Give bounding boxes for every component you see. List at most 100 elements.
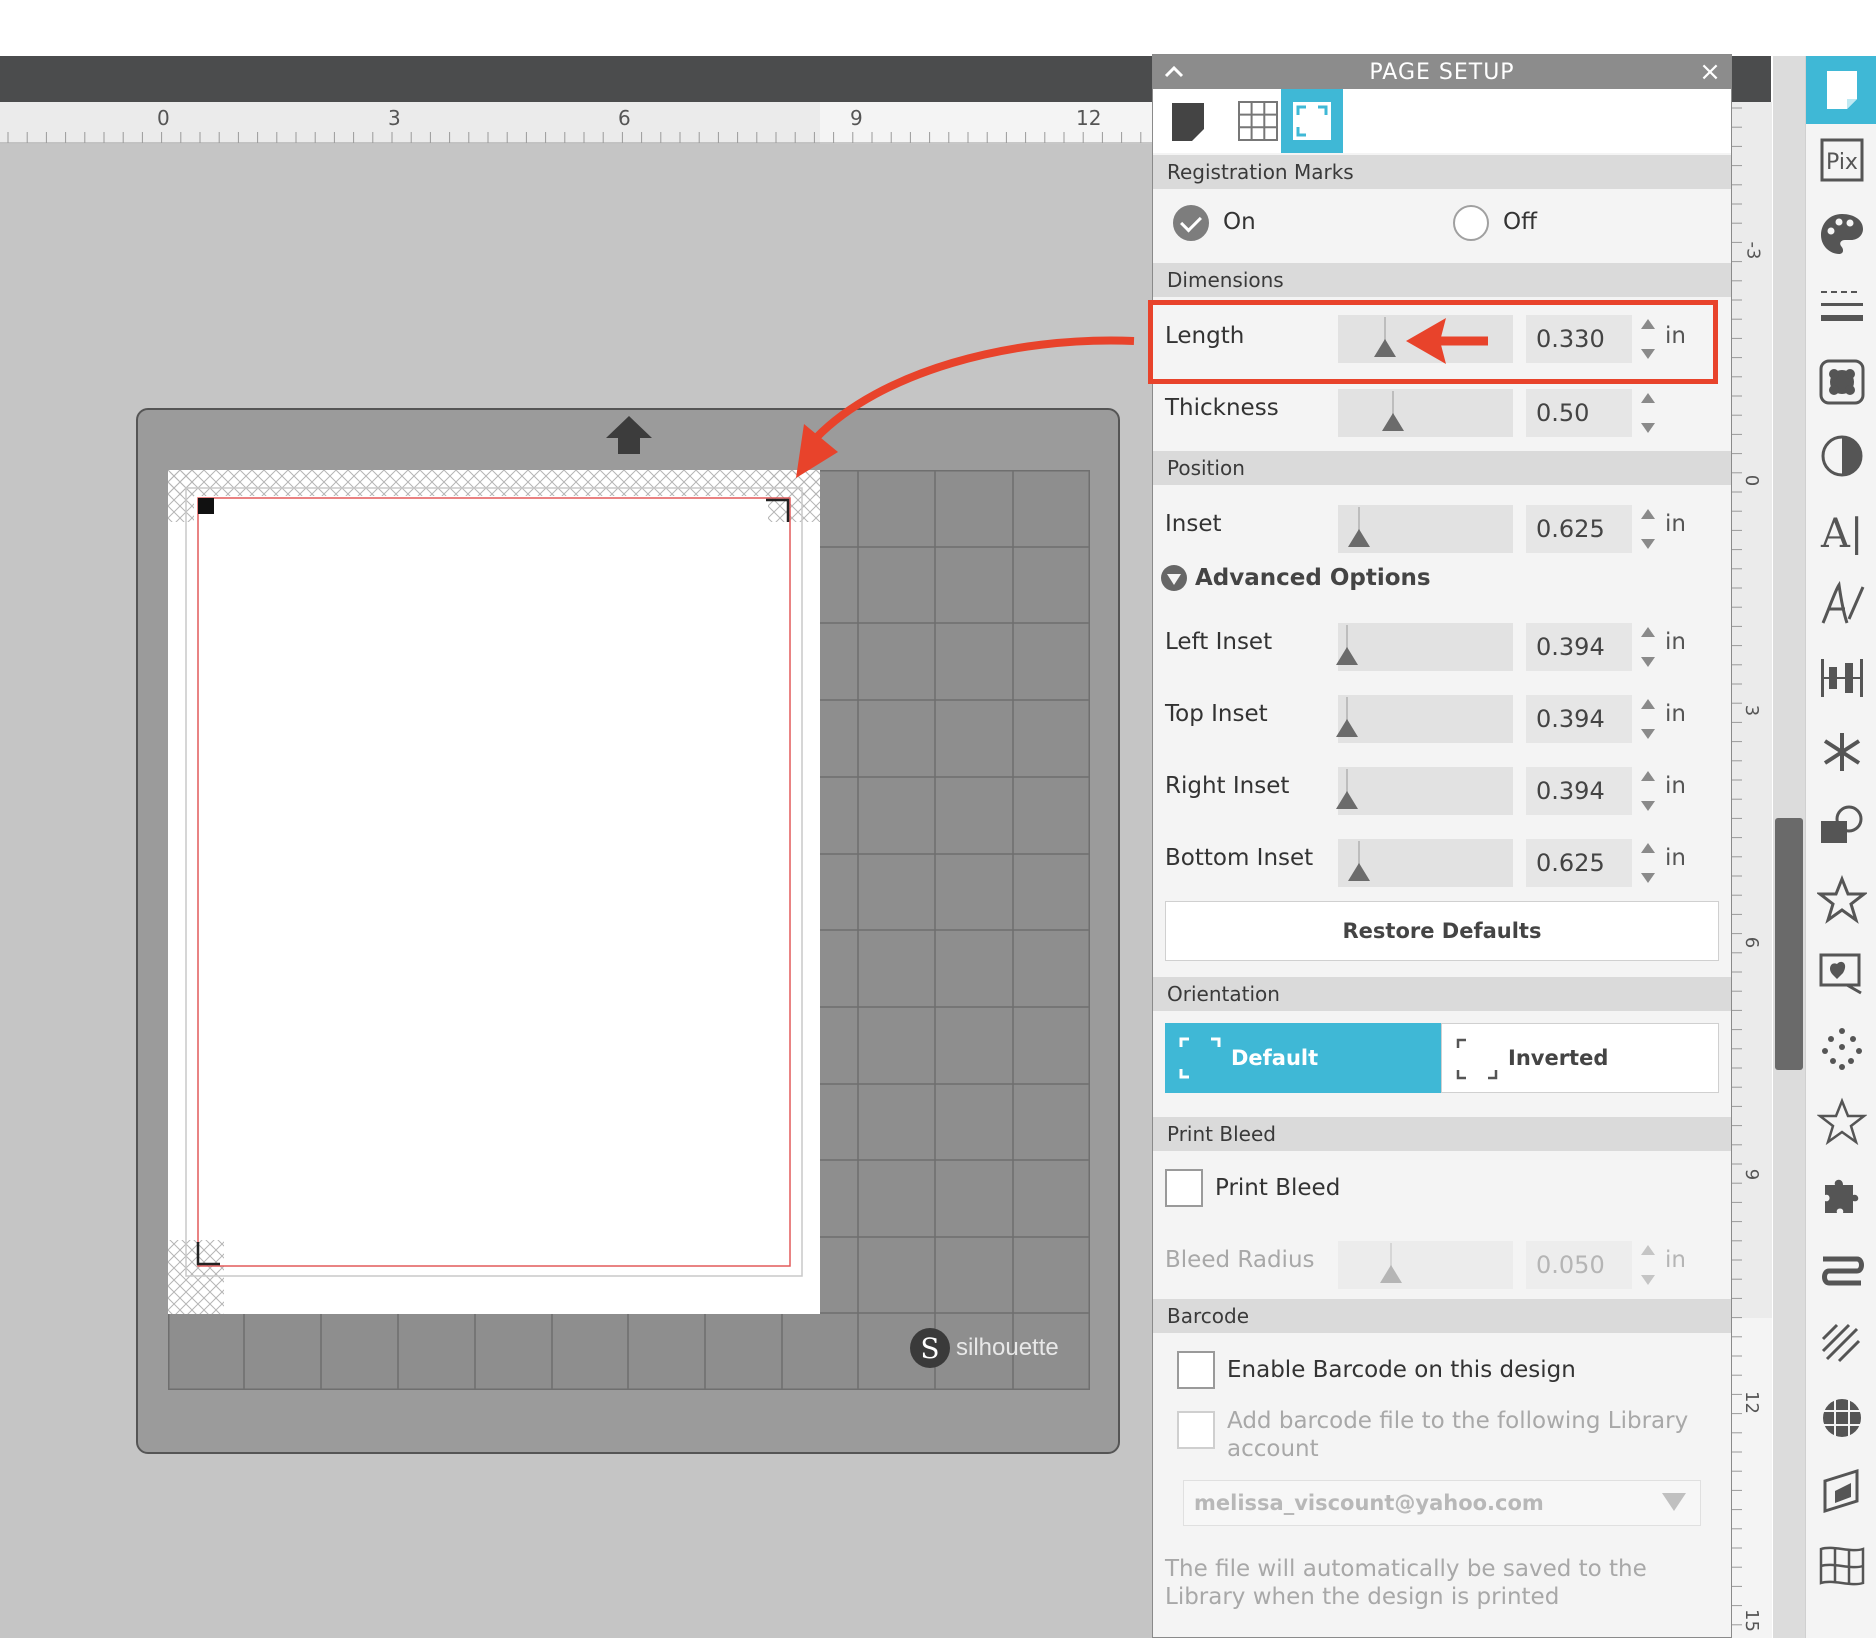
bottom-inset-stepper[interactable]: [1639, 841, 1657, 885]
library-account-value: melissa_viscount@yahoo.com: [1194, 1491, 1544, 1515]
scrollbar-thumb[interactable]: [1775, 818, 1803, 1070]
bottom-inset-slider[interactable]: [1338, 839, 1513, 887]
pixscan-tool[interactable]: Pix: [1814, 132, 1870, 188]
align-tool[interactable]: [1814, 650, 1870, 706]
bleed-radius-input[interactable]: 0.050: [1526, 1241, 1632, 1289]
inset-input[interactable]: 0.625: [1526, 505, 1632, 553]
enable-barcode-checkbox[interactable]: [1177, 1351, 1215, 1389]
puzzle-icon: [1825, 1179, 1859, 1213]
section-registration-marks: Registration Marks: [1153, 155, 1731, 189]
slider-thumb[interactable]: [1348, 863, 1370, 881]
print-page[interactable]: [168, 470, 820, 1314]
transform-icon: [1822, 1256, 1864, 1286]
warp-icon: [1823, 1468, 1859, 1514]
vruler-label-3: 3: [1741, 704, 1763, 717]
inset-slider[interactable]: [1338, 505, 1513, 553]
ruler-label-9: 9: [850, 106, 863, 130]
registration-off-radio[interactable]: [1453, 205, 1489, 241]
slider-thumb[interactable]: [1336, 719, 1358, 737]
print-bleed-checkbox[interactable]: [1165, 1169, 1203, 1207]
left-inset-input[interactable]: 0.394: [1526, 623, 1632, 671]
slider-thumb[interactable]: [1348, 529, 1370, 547]
replicate-tool[interactable]: [1814, 724, 1870, 780]
tab-page[interactable]: [1157, 89, 1219, 153]
orientation-default-button[interactable]: Default: [1165, 1023, 1441, 1093]
contrast-tool[interactable]: [1814, 428, 1870, 484]
pixscan-icon: Pix: [1820, 138, 1864, 182]
thickness-input[interactable]: 0.50: [1526, 389, 1632, 437]
length-highlight-box: [1148, 300, 1718, 384]
restore-defaults-button[interactable]: Restore Defaults: [1165, 901, 1719, 961]
trace-icon: [1819, 359, 1865, 405]
library-tool[interactable]: [1814, 872, 1870, 928]
slider-thumb[interactable]: [1382, 413, 1404, 431]
warp-tool[interactable]: [1814, 1464, 1870, 1520]
fill-tool[interactable]: [1814, 206, 1870, 262]
top-inset-input[interactable]: 0.394: [1526, 695, 1632, 743]
enable-barcode-label: Enable Barcode on this design: [1227, 1357, 1576, 1383]
left-inset-stepper[interactable]: [1639, 625, 1657, 669]
trace-tool[interactable]: [1814, 354, 1870, 410]
thickness-stepper[interactable]: [1639, 391, 1657, 435]
puzzle-tool[interactable]: [1814, 1168, 1870, 1224]
close-icon[interactable]: ×: [1697, 55, 1723, 89]
right-inset-input[interactable]: 0.394: [1526, 767, 1632, 815]
text-tool[interactable]: A|: [1814, 502, 1870, 558]
bleed-radius-unit: in: [1665, 1247, 1686, 1273]
feed-direction-icon: [606, 416, 652, 454]
inset-label: Inset: [1165, 511, 1222, 537]
vruler-label-12: 12: [1740, 1391, 1762, 1414]
mesh-tool[interactable]: [1814, 1538, 1870, 1594]
left-inset-label: Left Inset: [1165, 629, 1273, 655]
tab-registration[interactable]: [1281, 89, 1343, 153]
page-icon: [1172, 103, 1204, 141]
inset-stepper[interactable]: [1639, 507, 1657, 551]
vertical-ruler: -3 0 3 6 9 12 15: [1730, 102, 1772, 1638]
transform-tool[interactable]: [1814, 1242, 1870, 1298]
library-account-select[interactable]: melissa_viscount@yahoo.com: [1183, 1480, 1701, 1526]
line-style-tool[interactable]: [1814, 280, 1870, 336]
top-inset-slider[interactable]: [1336, 695, 1513, 743]
modify-tool[interactable]: [1814, 798, 1870, 854]
orientation-inverted-button[interactable]: Inverted: [1441, 1023, 1719, 1093]
right-inset-label: Right Inset: [1165, 773, 1290, 799]
pattern-tool[interactable]: [1814, 1316, 1870, 1372]
offset-tool[interactable]: [1814, 946, 1870, 1002]
silhouette-logo: S: [910, 1328, 950, 1368]
orientation-inverted-icon: [1456, 1038, 1498, 1080]
bottom-inset-input[interactable]: 0.625: [1526, 839, 1632, 887]
text-style-tool[interactable]: [1814, 576, 1870, 632]
thickness-slider[interactable]: [1338, 389, 1513, 437]
section-position: Position: [1153, 451, 1731, 485]
tab-grid[interactable]: [1227, 89, 1289, 153]
add-barcode-checkbox[interactable]: [1177, 1411, 1215, 1449]
slider-thumb[interactable]: [1336, 647, 1358, 665]
favorites-tool[interactable]: [1814, 1094, 1870, 1150]
right-inset-slider[interactable]: [1336, 767, 1513, 815]
mesh-icon: [1819, 1546, 1865, 1586]
pixscan-label: Pix: [1826, 150, 1858, 175]
bleed-radius-slider[interactable]: [1338, 1241, 1513, 1289]
advanced-options-label: Advanced Options: [1195, 565, 1431, 591]
panel-tabs: [1153, 89, 1731, 153]
sketch-tool[interactable]: [1814, 1020, 1870, 1076]
add-barcode-label-line1: Add barcode file to the following Librar…: [1227, 1408, 1689, 1434]
slider-thumb[interactable]: [1380, 1265, 1402, 1283]
palette-icon: [1821, 214, 1863, 254]
offset-icon: [1819, 953, 1862, 995]
slider-thumb[interactable]: [1336, 791, 1358, 809]
advanced-options-toggle[interactable]: Advanced Options: [1159, 563, 1431, 593]
right-inset-unit: in: [1665, 773, 1686, 799]
page-setup-tool[interactable]: [1806, 56, 1876, 124]
collapse-chevron-icon[interactable]: [1161, 59, 1187, 85]
grid-tool[interactable]: [1814, 1390, 1870, 1446]
registration-on-radio[interactable]: [1173, 205, 1209, 241]
thickness-label: Thickness: [1165, 395, 1279, 421]
top-inset-stepper[interactable]: [1639, 697, 1657, 741]
right-inset-stepper[interactable]: [1639, 769, 1657, 813]
vruler-label-m3: -3: [1742, 241, 1764, 260]
bleed-radius-stepper[interactable]: [1639, 1243, 1657, 1287]
vruler-label-6: 6: [1741, 936, 1763, 949]
vruler-label-15: 15: [1740, 1609, 1762, 1632]
left-inset-slider[interactable]: [1336, 623, 1513, 671]
